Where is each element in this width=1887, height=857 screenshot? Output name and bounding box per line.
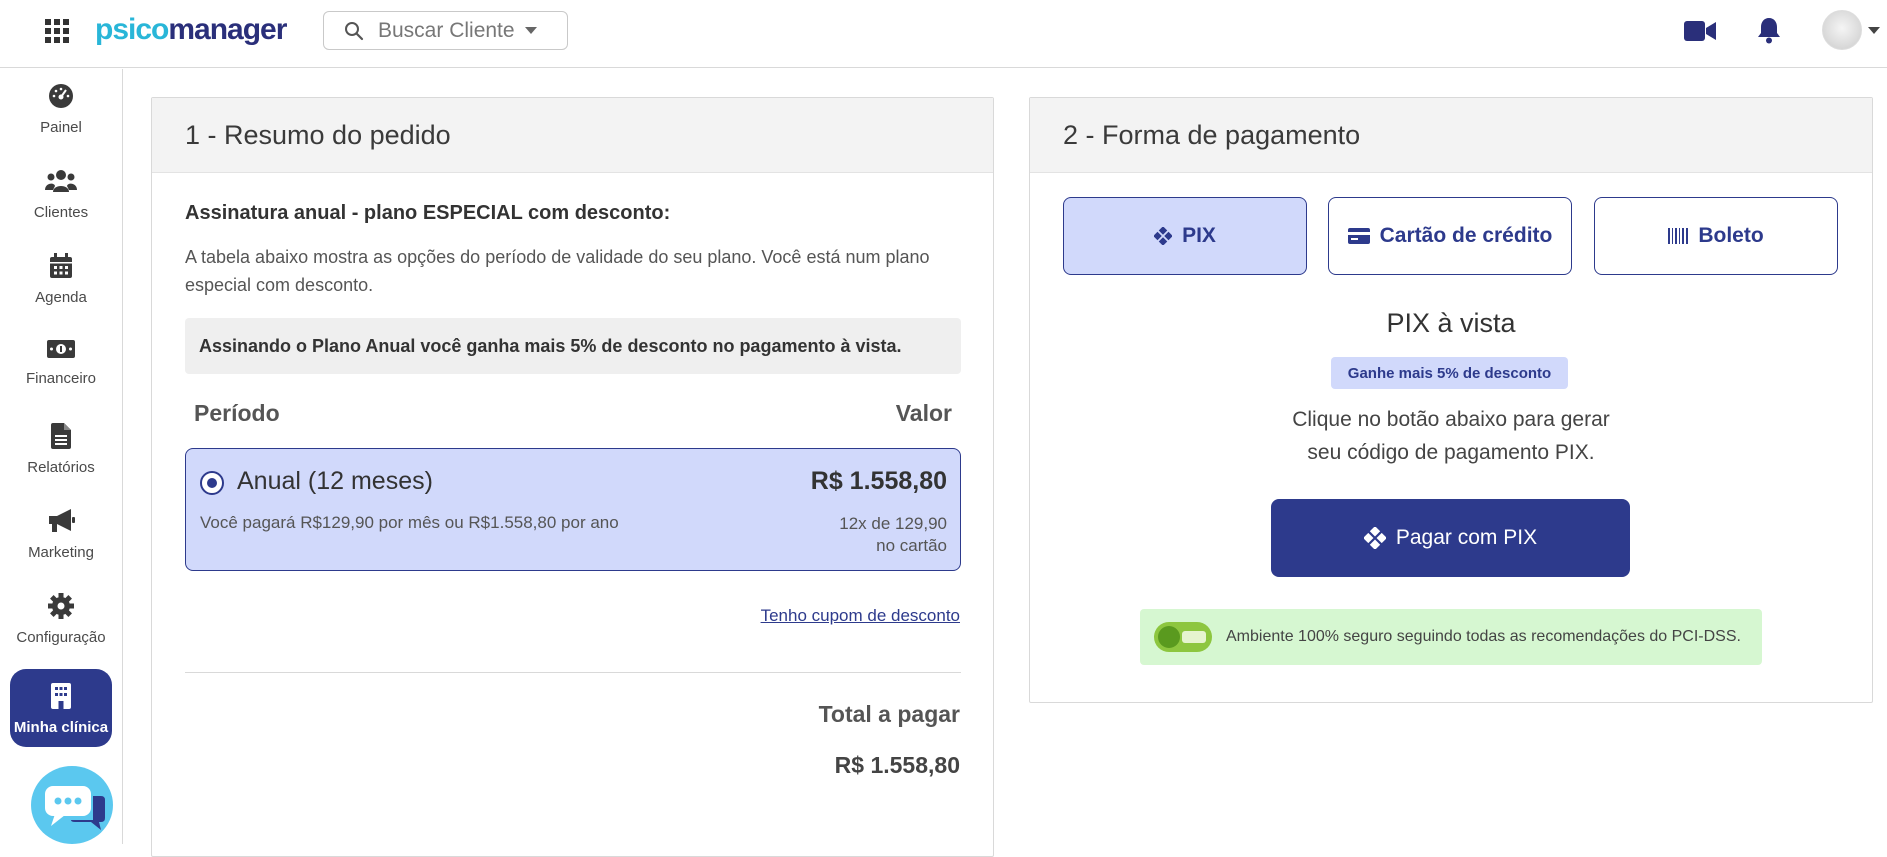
plan-radio-selected[interactable] — [200, 471, 224, 495]
payment-option-label: PIX — [1182, 224, 1216, 247]
sidebar: Painel Clientes Agenda Financeiro Relató… — [0, 69, 123, 844]
plan-heading: Assinatura anual - plano ESPECIAL com de… — [185, 202, 671, 224]
sidebar-item-label: Minha clínica — [13, 719, 109, 736]
sidebar-item-minha-clinica[interactable]: Minha clínica — [10, 669, 112, 747]
pay-with-pix-button[interactable]: Pagar com PIX — [1271, 499, 1630, 577]
chat-icon — [45, 786, 105, 830]
pix-icon — [1154, 227, 1173, 245]
divider — [185, 672, 961, 673]
order-summary-title: 1 - Resumo do pedido — [152, 98, 993, 173]
total-label: Total a pagar — [818, 701, 960, 727]
logo-part-manager: manager — [168, 13, 287, 46]
payment-option-label: Cartão de crédito — [1379, 224, 1553, 247]
installments-line-1: 12x de 129,90 — [839, 514, 947, 533]
credit-card-icon — [1347, 228, 1370, 244]
building-icon — [51, 683, 71, 709]
sidebar-item-label: Financeiro — [25, 370, 97, 387]
plan-price: R$ 1.558,80 — [810, 467, 947, 495]
video-call-icon[interactable] — [1684, 20, 1716, 47]
payment-method-panel: 2 - Forma de pagamento PIX Cartão de cré… — [1029, 97, 1873, 703]
payment-option-credit-card[interactable]: Cartão de crédito — [1328, 197, 1572, 275]
secure-text: Ambiente 100% seguro seguindo todas as r… — [1226, 628, 1741, 645]
pix-description: Clique no botão abaixo para gerar seu có… — [1030, 403, 1872, 469]
coupon-link[interactable]: Tenho cupom de desconto — [761, 606, 960, 626]
order-summary-panel: 1 - Resumo do pedido Assinatura anual - … — [151, 97, 994, 857]
installments-line-2: no cartão — [876, 536, 947, 555]
value-column-header: Valor — [895, 400, 952, 426]
gauge-icon — [49, 84, 73, 108]
sidebar-item-configuracao[interactable]: Configuração — [10, 579, 112, 657]
sidebar-item-marketing[interactable]: Marketing — [10, 494, 112, 572]
megaphone-icon — [49, 509, 75, 532]
apps-grid-icon[interactable] — [44, 18, 70, 44]
sidebar-item-financeiro[interactable]: Financeiro — [10, 324, 112, 402]
file-icon — [51, 423, 71, 449]
plan-option-annual[interactable]: Anual (12 meses) R$ 1.558,80 Você pagará… — [185, 448, 961, 571]
logo-part-psico: psico — [95, 13, 169, 46]
sidebar-item-agenda[interactable]: Agenda — [10, 239, 112, 317]
sidebar-item-label: Clientes — [33, 204, 89, 221]
payment-option-boleto[interactable]: Boleto — [1594, 197, 1838, 275]
payment-method-title: 2 - Forma de pagamento — [1030, 98, 1872, 173]
payment-option-pix[interactable]: PIX — [1063, 197, 1307, 275]
avatar-chevron-down-icon[interactable] — [1868, 27, 1880, 35]
plan-description: A tabela abaixo mostra as opções do perí… — [185, 247, 930, 295]
sidebar-item-clientes[interactable]: Clientes — [10, 154, 112, 232]
app-logo[interactable]: psicomanager — [95, 10, 287, 50]
calendar-icon — [50, 253, 72, 278]
pix-description-line-2: seu código de pagamento PIX. — [1307, 441, 1595, 464]
search-placeholder: Buscar Cliente — [378, 18, 515, 42]
sidebar-item-label: Painel — [40, 119, 82, 136]
sidebar-item-label: Relatórios — [27, 459, 95, 476]
discount-badge: Ganhe mais 5% de desconto — [1331, 357, 1568, 389]
pix-title: PIX à vista — [1386, 308, 1516, 338]
plan-installments: 12x de 129,90 no cartão — [839, 513, 947, 557]
client-search-dropdown[interactable]: Buscar Cliente — [323, 11, 568, 50]
pix-icon — [1363, 527, 1386, 549]
pix-description-line-1: Clique no botão abaixo para gerar — [1292, 408, 1610, 431]
plan-name: Anual (12 meses) — [237, 467, 433, 495]
payment-option-label: Boleto — [1698, 224, 1764, 247]
sidebar-item-label: Marketing — [28, 544, 94, 561]
pay-with-pix-label: Pagar com PIX — [1395, 526, 1538, 549]
secure-environment-notice: Ambiente 100% seguro seguindo todas as r… — [1140, 609, 1762, 665]
top-bar: psicomanager Buscar Cliente — [0, 0, 1887, 68]
sidebar-item-label: Configuração — [16, 629, 106, 646]
sidebar-item-relatorios[interactable]: Relatórios — [10, 409, 112, 487]
bell-icon[interactable] — [1756, 16, 1782, 49]
sidebar-item-label: Agenda — [35, 289, 87, 306]
gear-icon — [48, 593, 74, 619]
sidebar-item-painel[interactable]: Painel — [10, 69, 112, 147]
period-column-header: Período — [194, 400, 280, 426]
chat-support-button[interactable] — [31, 766, 113, 844]
promo-notice: Assinando o Plano Anual você ganha mais … — [185, 318, 961, 374]
security-seal-icon — [1154, 622, 1212, 652]
users-icon — [45, 170, 77, 192]
user-avatar[interactable] — [1822, 10, 1862, 50]
chevron-down-icon — [524, 26, 537, 34]
plan-subtext: Você pagará R$129,90 por mês ou R$1.558,… — [200, 513, 619, 532]
total-value: R$ 1.558,80 — [834, 752, 960, 778]
money-icon — [47, 340, 75, 358]
barcode-icon — [1668, 228, 1689, 244]
search-icon — [345, 21, 364, 40]
